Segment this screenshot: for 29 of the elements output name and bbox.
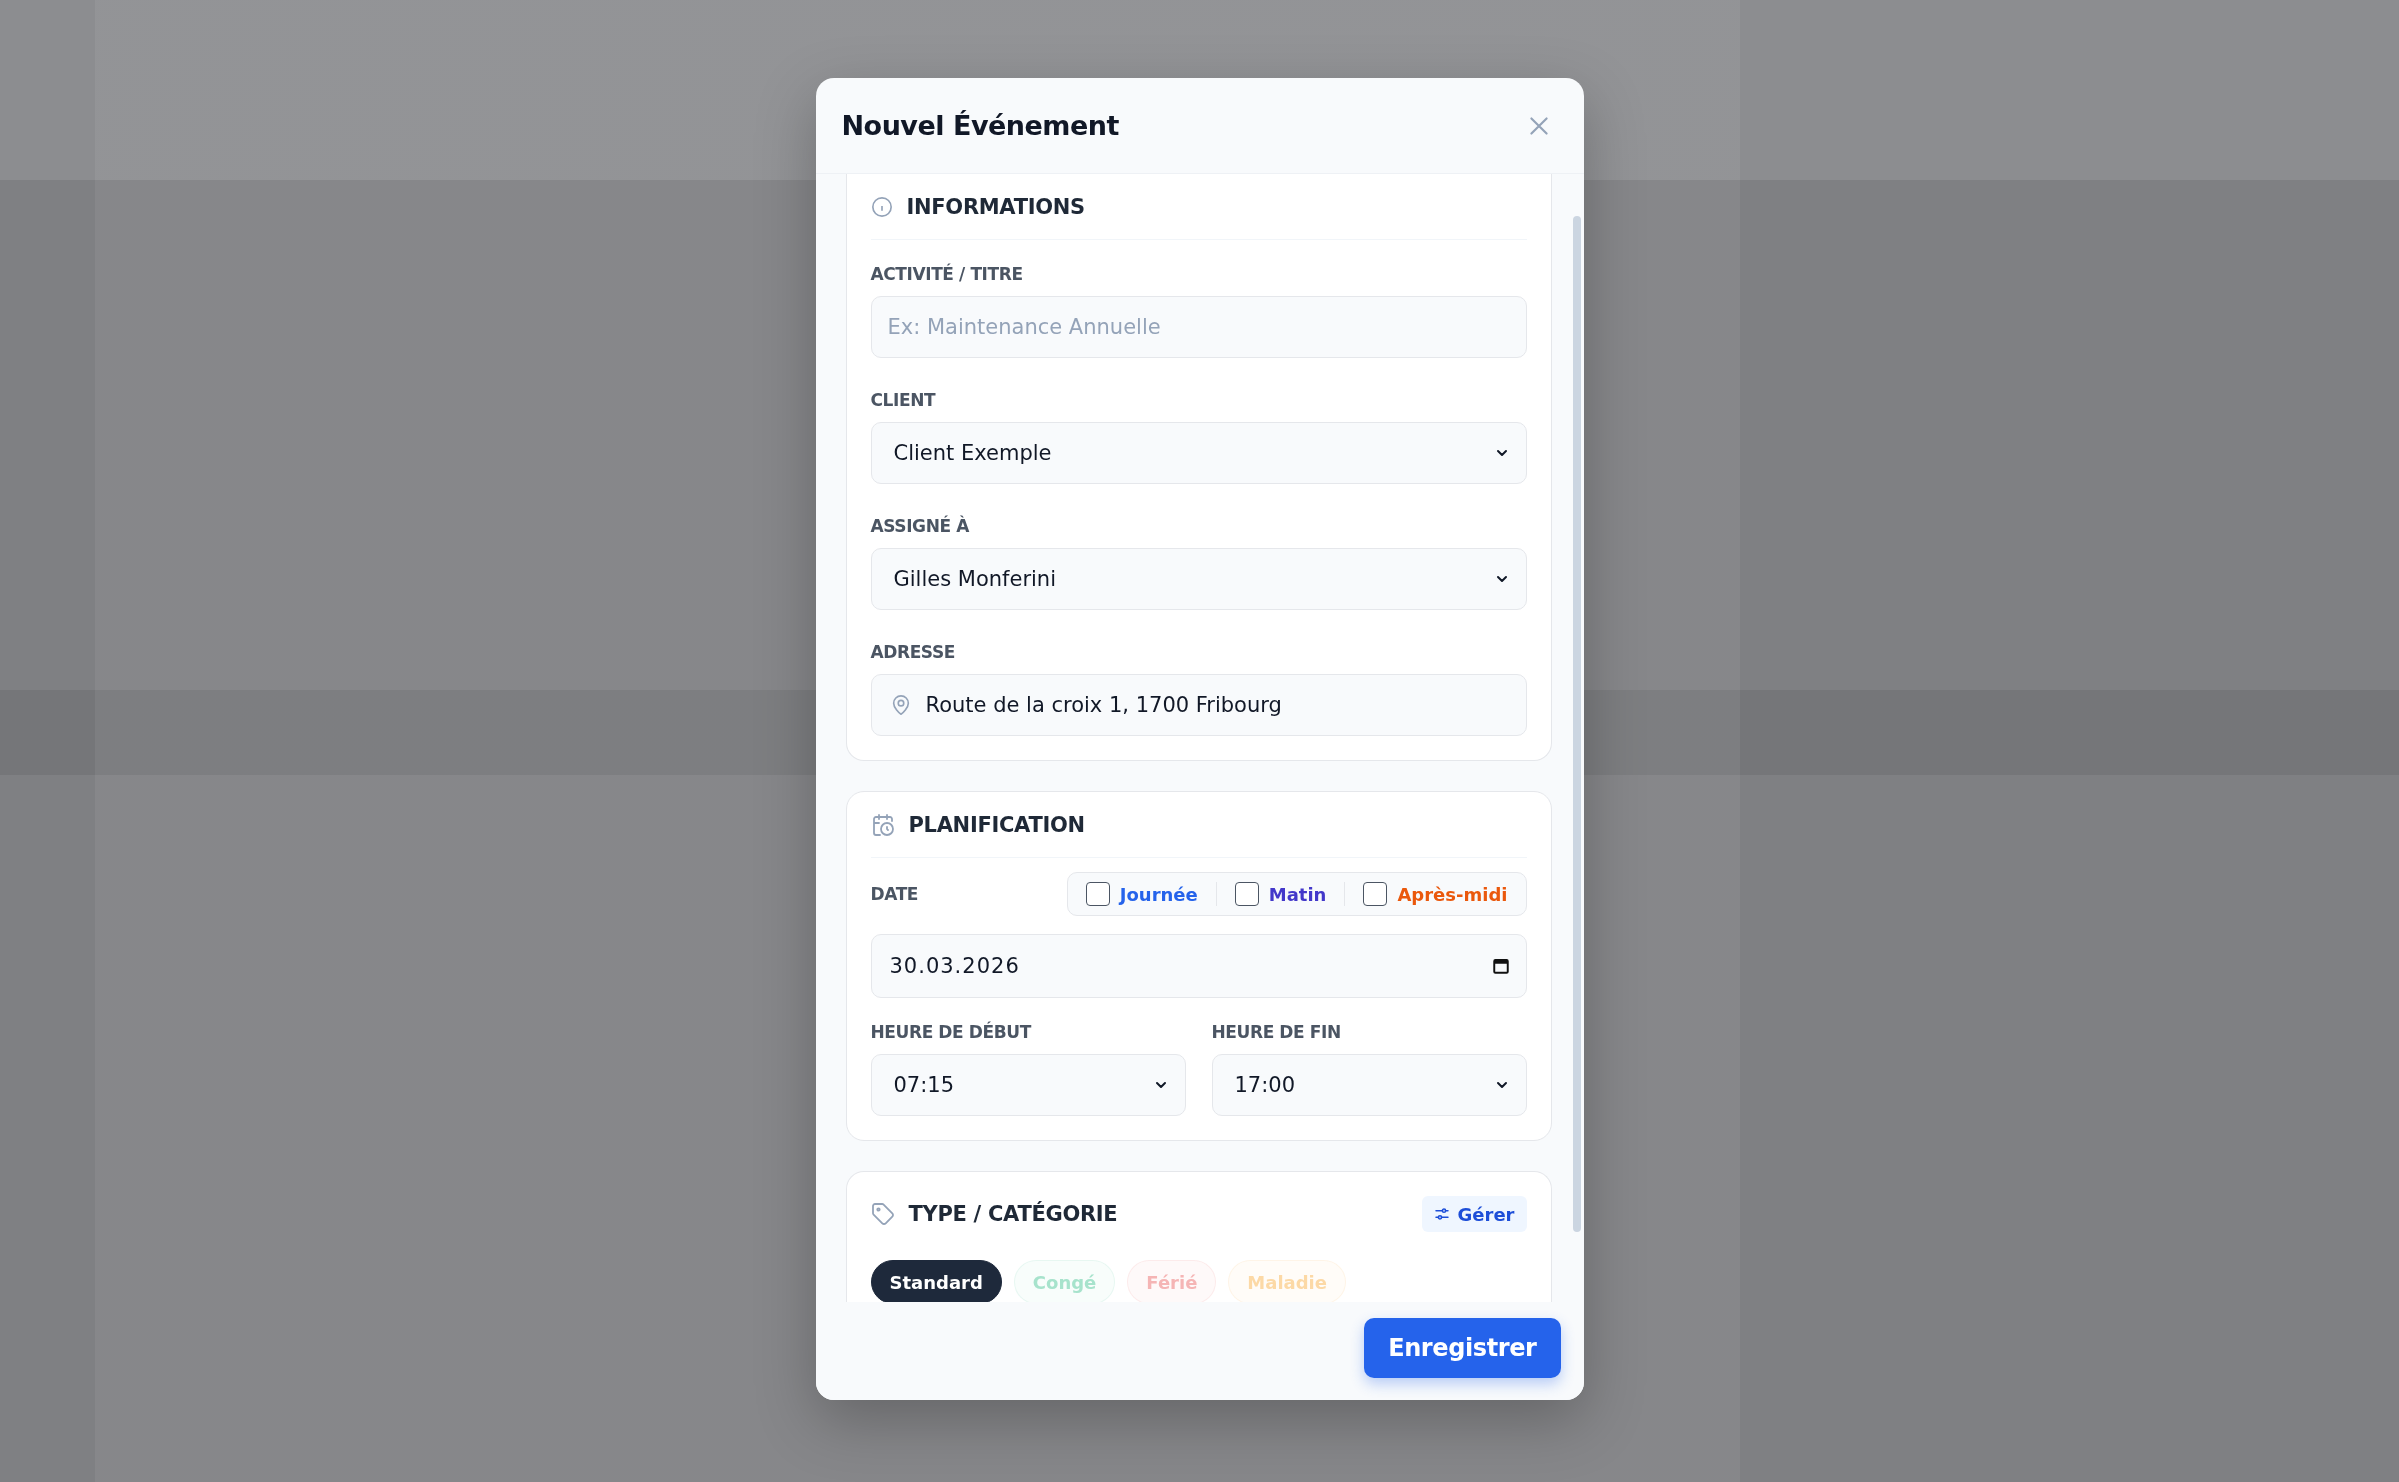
field-label: ACTIVITÉ / TITRE [870,264,1024,284]
section-heading: INFORMATIONS [906,194,1085,219]
section-heading: TYPE / CATÉGORIE [908,1202,1118,1226]
dialog-title: Nouvel Événement [841,110,1119,141]
sliders-icon [1433,1206,1450,1222]
title-input-field[interactable]: Ex: Maintenance Annuelle [870,296,1527,358]
calendar-icon [1491,957,1510,975]
day-part-checkbox[interactable]: Journée [1085,882,1216,906]
calendar-clock-icon [870,812,895,837]
manage-button[interactable]: Gérer [1421,1196,1527,1232]
day-part-checkbox[interactable]: Matin [1215,882,1345,906]
scrollbar-thumb[interactable] [1572,216,1581,1232]
info-icon [870,195,893,218]
category-chip[interactable]: Standard [870,1260,1002,1302]
field-label: CLIENT [870,390,937,410]
field-label: ADRESSE [870,642,956,662]
tag-icon [870,1202,895,1226]
section-heading: PLANIFICATION [908,812,1085,837]
field-label: DATE [870,884,919,904]
time-select-field[interactable]: 17:00 [1211,1054,1527,1116]
select-field[interactable]: Gilles Monferini [870,548,1527,610]
field-label: HEURE DE FIN [1211,1022,1342,1042]
time-select-field[interactable]: 07:15 [870,1054,1186,1116]
field-label: ASSIGNÉ À [870,516,970,536]
field-label: HEURE DE DÉBUT [870,1022,1033,1042]
date-field[interactable]: 30.03.2026 [870,934,1527,998]
select-field[interactable]: Client Exemple [870,422,1527,484]
save-button[interactable]: Enregistrer [1364,1318,1561,1378]
address-field[interactable]: Route de la croix 1, 1700 Fribourg [870,674,1527,736]
